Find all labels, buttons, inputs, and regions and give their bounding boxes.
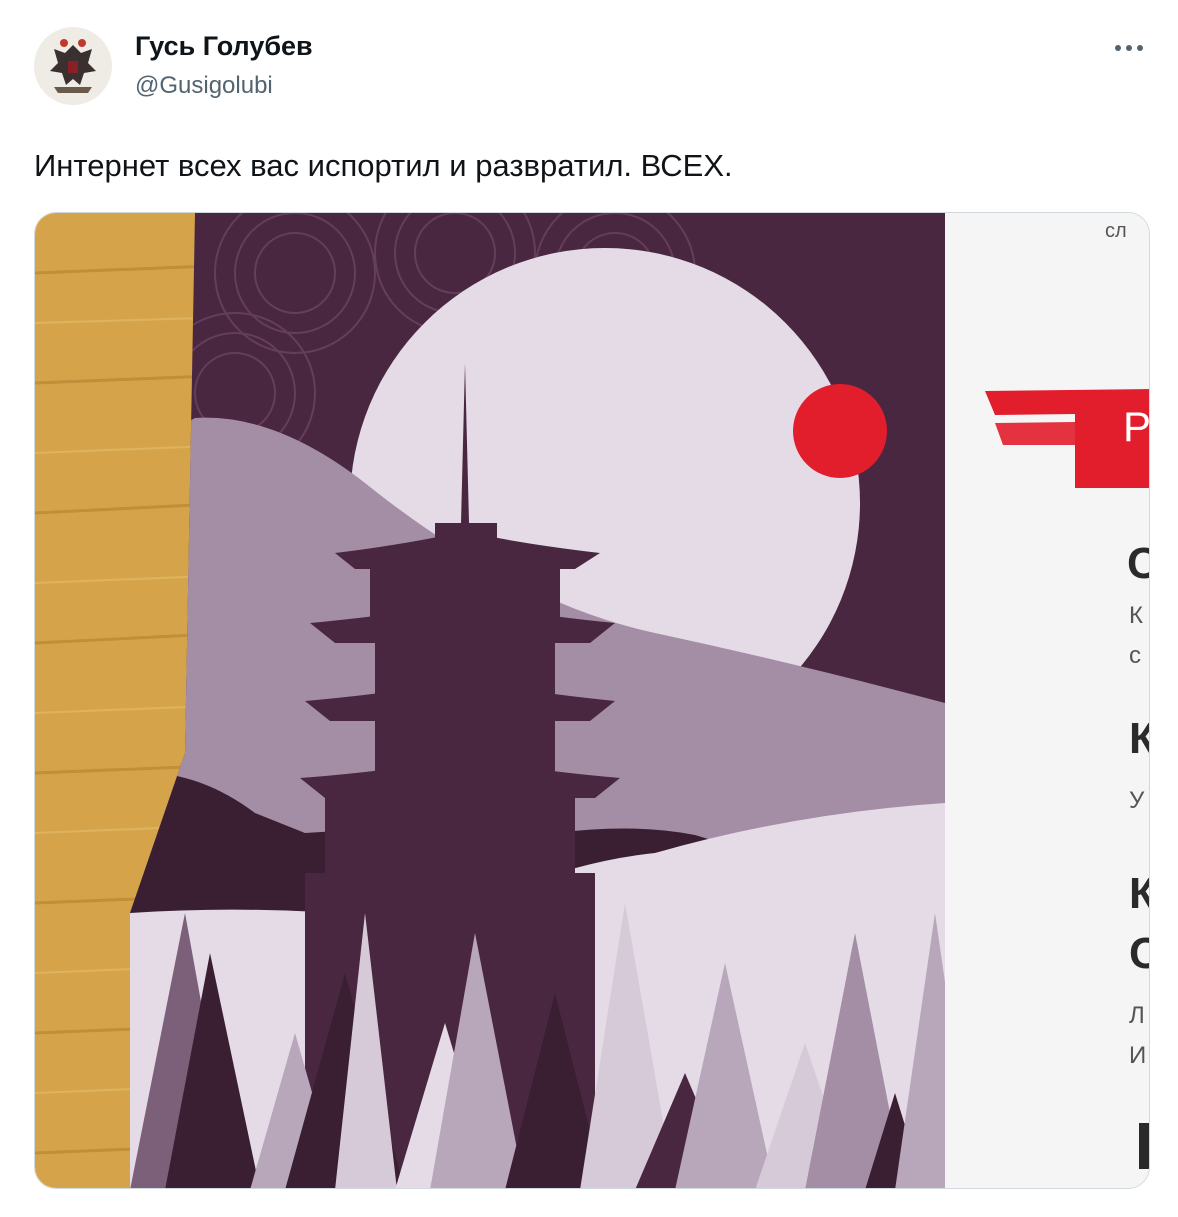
tweet-text: Интернет всех вас испортил и развратил. … <box>34 148 733 183</box>
brochure-text-8: Л <box>1129 1002 1145 1029</box>
red-sun <box>793 384 887 478</box>
avatar[interactable] <box>34 27 112 105</box>
brochure-text-7: С <box>1129 929 1150 978</box>
tweet-photo[interactable]: сл Р С К с К У К С Л И <box>34 212 1150 1189</box>
poster <box>130 213 945 1188</box>
brochure-text-3: с <box>1129 642 1141 669</box>
brochure-text-4: К <box>1129 714 1150 763</box>
brochure-text-9: И <box>1129 1042 1146 1069</box>
coat-of-arms-icon <box>34 27 112 105</box>
poster-illustration: сл Р С К с К У К С Л И <box>35 213 1150 1188</box>
author-handle[interactable]: @Gusigolubi <box>135 72 273 100</box>
brochure-text-6: К <box>1129 869 1150 918</box>
brochure-text-2: К <box>1129 602 1143 629</box>
brochure-text-5: У <box>1129 787 1145 814</box>
author-display-name[interactable]: Гусь Голубев <box>135 31 313 62</box>
more-options-button[interactable] <box>1106 28 1152 68</box>
brochure-text-top: сл <box>1105 220 1127 242</box>
more-options-icon <box>1115 45 1143 51</box>
tweet: Гусь Голубев @Gusigolubi Интернет всех в… <box>0 0 1178 1217</box>
brochure-text-1: С <box>1127 539 1150 588</box>
brochure-text-red-letter: Р <box>1123 403 1150 450</box>
brochure-panel <box>940 213 1149 1188</box>
